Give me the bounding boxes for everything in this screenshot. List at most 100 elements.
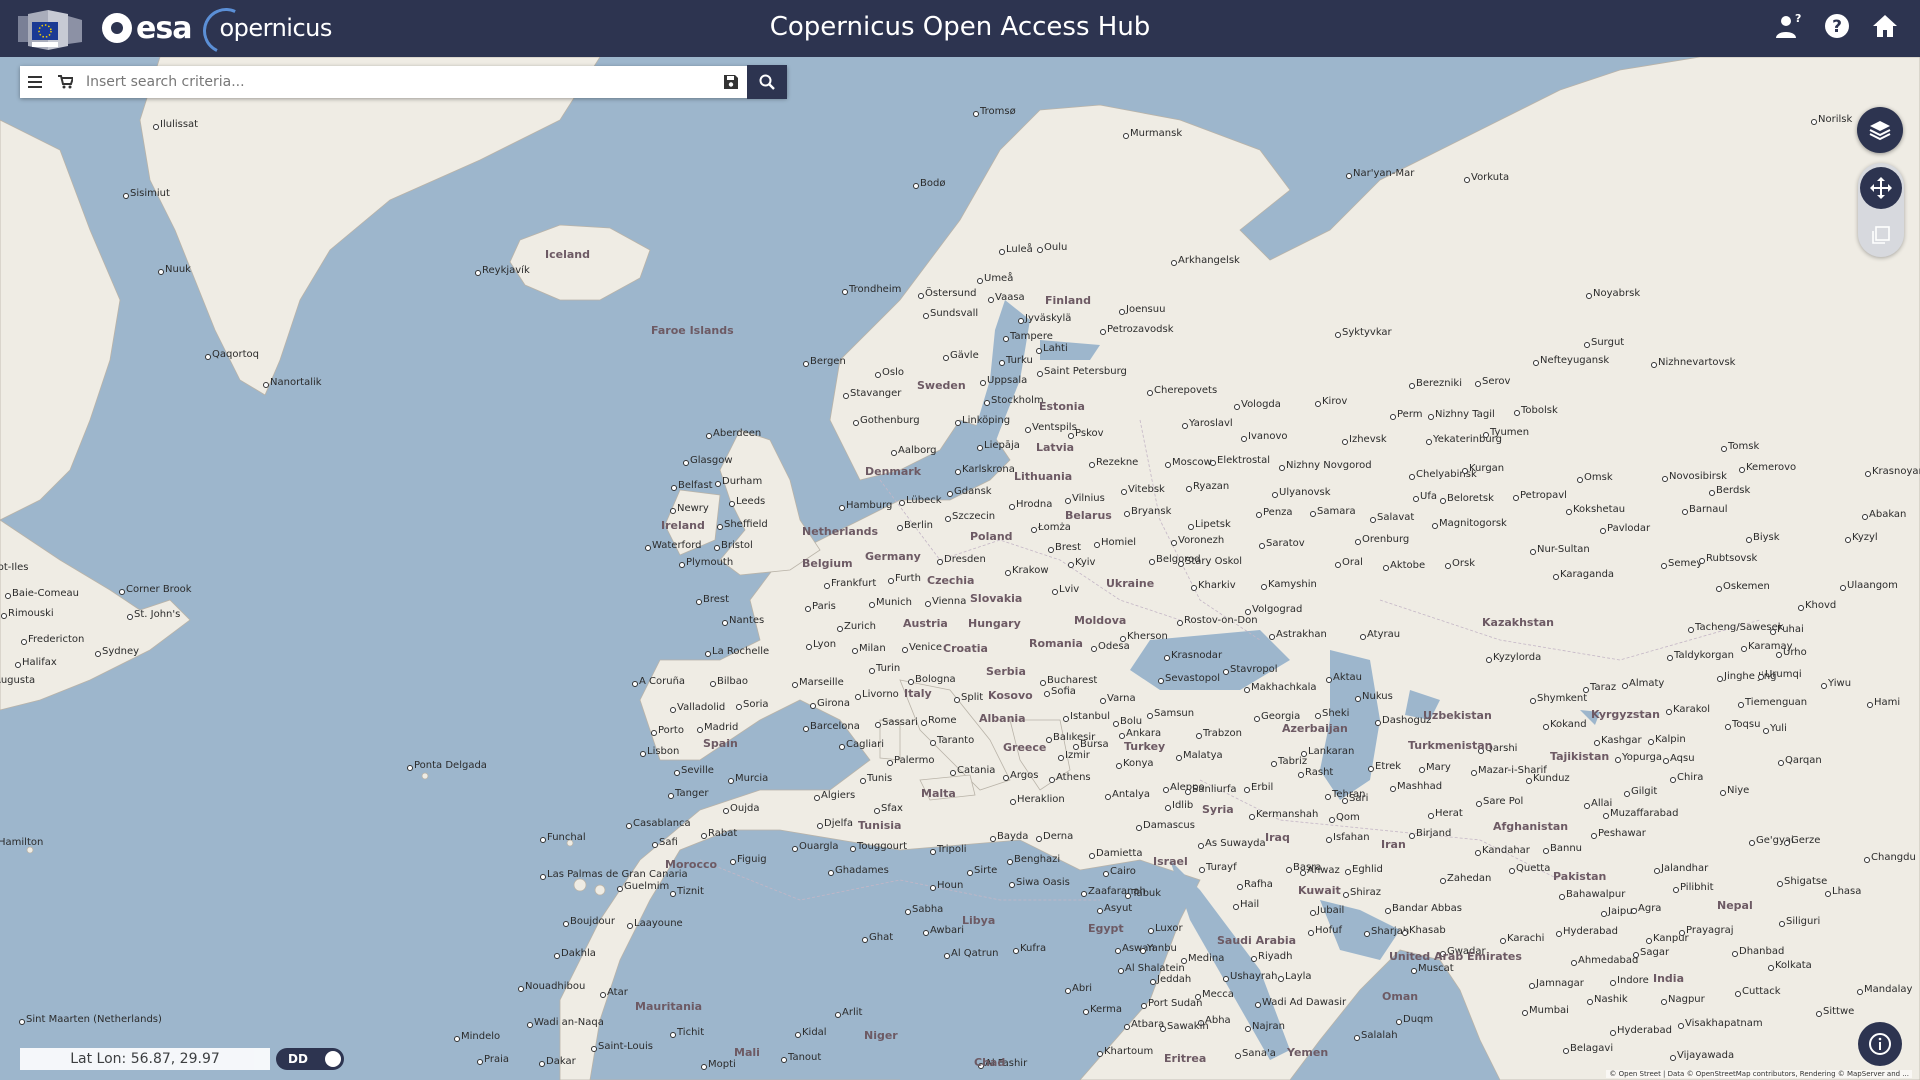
place-label: Kyzylorda (1485, 652, 1542, 663)
place-label: Qom (1329, 812, 1360, 823)
place-label: Rome (921, 715, 957, 726)
country-label: Italy (904, 687, 932, 700)
header-actions: ? ? (1774, 11, 1900, 41)
place-label: Cherepovets (1146, 385, 1218, 396)
layers-button[interactable] (1857, 107, 1903, 153)
place-label: Luxor (1148, 923, 1183, 934)
place-label: Sofia (1044, 686, 1076, 697)
place-label: Ushayrah (1223, 971, 1278, 982)
country-label: Latvia (1036, 441, 1075, 454)
place-label: Bannu (1542, 843, 1583, 854)
place-label: Medina (1180, 953, 1225, 964)
pan-button[interactable] (1860, 167, 1902, 209)
place-label: Algiers (813, 790, 856, 801)
country-label: Libya (962, 914, 996, 927)
place-label: Rezekne (1088, 457, 1139, 468)
place-label: Ankara (1118, 728, 1162, 739)
toggle-knob (325, 1051, 341, 1067)
place-label: Sept-Iles (0, 562, 28, 573)
place-label: Sisimiut (123, 188, 170, 199)
user-help-icon[interactable]: ? (1774, 11, 1804, 41)
place-label: Sirte (966, 865, 998, 876)
map-canvas[interactable]: Tromsø Murmansk Norilsk Ilulissat Sisimiut Bo… (0, 57, 1920, 1080)
info-button[interactable] (1858, 1022, 1902, 1066)
place-label: Safi (652, 837, 678, 848)
place-label: Siliguri (1778, 916, 1821, 927)
place-label: Brest (1047, 542, 1082, 553)
place-label: Tichit (669, 1027, 705, 1038)
place-label: Bologna (908, 674, 956, 685)
place-label: Quetta (1508, 863, 1551, 874)
place-label: Syktyvkar (1335, 327, 1392, 338)
place-label: Kidal (795, 1027, 827, 1038)
country-label: Greece (1003, 741, 1047, 754)
place-label: Nefteyugansk (1532, 355, 1610, 366)
cart-icon[interactable] (50, 66, 80, 98)
place-label: Kyiv (1067, 557, 1096, 568)
place-label: Bolu (1112, 716, 1143, 727)
menu-icon[interactable] (20, 66, 50, 98)
place-label: Oulu (1036, 242, 1068, 253)
home-icon[interactable] (1870, 11, 1900, 41)
save-search-icon[interactable] (715, 66, 747, 98)
place-label: Hamilton (0, 837, 44, 848)
place-label: Tiemenguan (1737, 697, 1808, 708)
place-label: Sana'a (1235, 1048, 1276, 1059)
place-label: Baie-Comeau (5, 588, 79, 599)
place-label: Abri (1064, 983, 1093, 994)
country-label: United Arab Emirates (1389, 950, 1522, 963)
place-label: Bryansk (1123, 506, 1172, 517)
select-area-button[interactable] (1866, 220, 1896, 250)
place-label: Petropavl (1513, 490, 1567, 501)
place-label: Reykjavík (475, 265, 530, 276)
place-label: Nukus (1355, 691, 1393, 702)
place-label: Zurich (837, 621, 876, 632)
place-label: Tripoli (930, 844, 967, 855)
place-label: Tanger (668, 788, 709, 799)
place-label: Kokshetau (1565, 504, 1626, 515)
place-label: Kunduz (1526, 773, 1570, 784)
country-label: Turkmenistan (1408, 739, 1493, 752)
country-label: Niger (864, 1029, 898, 1042)
place-label: Indore (1610, 975, 1649, 986)
coordinate-format-toggle[interactable]: DD (276, 1048, 344, 1070)
place-label: Tobolsk (1514, 405, 1558, 416)
country-label: Chad (974, 1056, 1006, 1069)
place-label: Mashhad (1389, 781, 1443, 792)
country-label: Mauritania (635, 1000, 703, 1013)
place-label: Hyderabad (1556, 926, 1618, 937)
place-label: Hofuf (1307, 925, 1343, 936)
place-label: Mandalay (1856, 984, 1913, 995)
place-label: Sanliurfa (1184, 784, 1237, 795)
help-icon[interactable]: ? (1822, 11, 1852, 41)
place-label: Sydney (94, 646, 140, 657)
search-button[interactable] (747, 65, 787, 99)
place-label: Derna (1035, 831, 1074, 842)
place-label: Bayda (989, 831, 1029, 842)
place-label: Tyumen (1482, 427, 1530, 438)
place-label: Durham (714, 476, 763, 487)
place-label: Lipetsk (1188, 519, 1231, 530)
place-label: Funchal (540, 832, 586, 843)
place-label: Vilnius (1065, 493, 1105, 504)
place-label: Lankaran (1300, 746, 1355, 757)
place-label: Qarqan (1778, 755, 1822, 766)
place-label: Salalah (1354, 1030, 1398, 1041)
place-label: Muscat (1411, 963, 1454, 974)
place-label: Tiznit (670, 886, 704, 897)
place-label: Karachi (1499, 933, 1545, 944)
place-label: Sevastopol (1157, 673, 1221, 684)
app-title: Copernicus Open Access Hub (769, 12, 1151, 42)
country-label: Ukraine (1106, 577, 1155, 590)
country-label: Nepal (1717, 899, 1753, 912)
place-label: Kandahar (1475, 845, 1530, 856)
place-label: Idlib (1164, 800, 1194, 811)
place-label: Touggourt (849, 841, 908, 852)
place-label: Catania (949, 765, 996, 776)
place-label: Ahmedabad (1570, 955, 1639, 966)
search-input[interactable] (80, 67, 715, 97)
place-label: Khasab (1402, 925, 1446, 936)
place-label: Figuig (730, 854, 767, 865)
place-label: Bristol (714, 540, 753, 551)
place-label: Heraklion (1010, 794, 1065, 805)
